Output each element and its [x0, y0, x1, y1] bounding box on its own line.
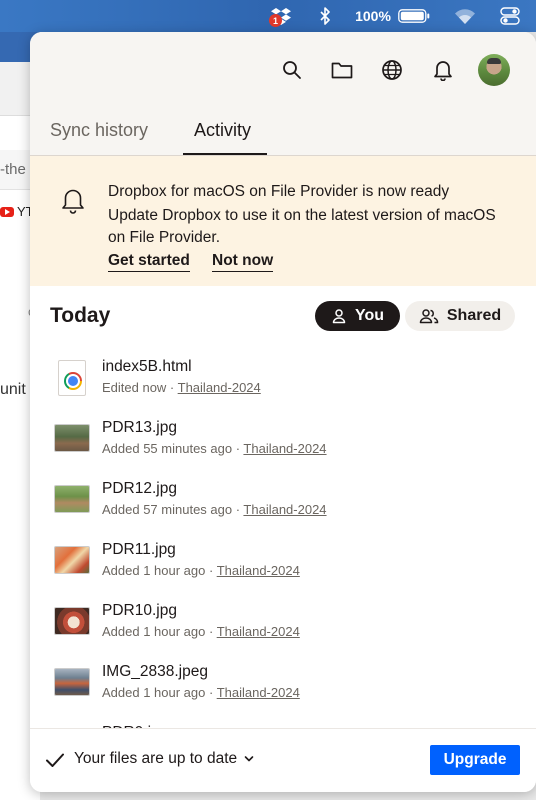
youtube-icon [0, 206, 14, 217]
folder-link[interactable]: Thailand-2024 [243, 441, 326, 456]
checkmark-icon [44, 749, 66, 771]
chrome-icon [64, 372, 82, 390]
file-name: PDR10.jpg [102, 602, 177, 619]
not-now-link[interactable]: Not now [212, 252, 274, 272]
folder-link[interactable]: Thailand-2024 [178, 380, 261, 395]
chevron-down-icon [244, 756, 254, 762]
banner-body: Update Dropbox to use it on the latest v… [108, 207, 496, 246]
get-started-link[interactable]: Get started [108, 252, 190, 272]
file-meta: Added 57 minutes ago · Thailand-2024 [102, 502, 327, 517]
file-meta: Added 1 hour ago · Thailand-2024 [102, 563, 300, 578]
youtube-bookmark[interactable]: YT [0, 204, 34, 219]
list-item[interactable]: IMG_2838.jpeg Added 1 hour ago · Thailan… [30, 655, 536, 716]
update-banner: Dropbox for macOS on File Provider is no… [30, 156, 536, 286]
file-meta: Added 1 hour ago · Thailand-2024 [102, 685, 300, 700]
list-item[interactable]: PDR11.jpg Added 1 hour ago · Thailand-20… [30, 533, 536, 594]
photo-thumbnail [54, 668, 90, 696]
file-meta: Added 1 hour ago · Thailand-2024 [102, 624, 300, 639]
photo-thumbnail [54, 546, 90, 574]
file-name: index5B.html [102, 358, 192, 375]
macos-menu-bar: 1 100% [0, 0, 536, 32]
filter-shared-button[interactable]: Shared [405, 301, 515, 331]
folder-icon[interactable] [328, 56, 356, 84]
section-title: Today [50, 304, 111, 327]
file-meta: Edited now · Thailand-2024 [102, 380, 261, 395]
avatar[interactable] [478, 54, 510, 86]
wifi-icon[interactable] [452, 0, 478, 32]
list-item[interactable]: index5B.html Edited now · Thailand-2024 [30, 350, 536, 411]
file-meta: Added 55 minutes ago · Thailand-2024 [102, 441, 327, 456]
notification-badge: 1 [269, 14, 282, 27]
control-center-icon[interactable] [497, 0, 523, 32]
file-name: PDR11.jpg [102, 541, 176, 558]
filter-you-button[interactable]: You [315, 301, 400, 331]
folder-link[interactable]: Thailand-2024 [217, 563, 300, 578]
sync-status-text: Your files are up to date [74, 750, 238, 767]
search-icon[interactable] [278, 56, 306, 84]
folder-link[interactable]: Thailand-2024 [217, 685, 300, 700]
background-text: unit [0, 381, 26, 398]
person-icon [332, 309, 346, 324]
background-text: -the [0, 161, 26, 178]
people-icon [419, 309, 439, 324]
file-name: PDR13.jpg [102, 419, 177, 436]
battery-icon[interactable] [397, 0, 431, 32]
folder-link[interactable]: Thailand-2024 [243, 502, 326, 517]
panel-header: Sync history Activity [30, 32, 536, 156]
list-item[interactable]: PDR13.jpg Added 55 minutes ago · Thailan… [30, 411, 536, 472]
html-file-icon [58, 360, 86, 396]
sync-status-dropdown[interactable]: Your files are up to date [74, 750, 255, 768]
file-name: IMG_2838.jpeg [102, 663, 208, 680]
list-item[interactable]: PDR12.jpg Added 57 minutes ago · Thailan… [30, 472, 536, 533]
panel-footer: Your files are up to date Upgrade [30, 728, 536, 792]
file-name: PDR12.jpg [102, 480, 177, 497]
tab-activity[interactable]: Activity [194, 104, 251, 156]
photo-thumbnail [54, 607, 90, 635]
banner-title: Dropbox for macOS on File Provider is no… [108, 183, 450, 200]
dropbox-panel: Sync history Activity Dropbox for macOS … [30, 32, 536, 792]
bell-icon[interactable] [429, 56, 457, 84]
tab-sync-history[interactable]: Sync history [50, 104, 148, 156]
bluetooth-icon[interactable] [312, 0, 338, 32]
list-item[interactable]: PDR10.jpg Added 1 hour ago · Thailand-20… [30, 594, 536, 655]
upgrade-button[interactable]: Upgrade [430, 745, 520, 775]
battery-percentage: 100% [355, 8, 391, 24]
globe-icon[interactable] [378, 56, 406, 84]
bell-icon [60, 186, 88, 214]
panel-tabs: Sync history Activity [30, 104, 536, 156]
photo-thumbnail [54, 485, 90, 513]
photo-thumbnail [54, 424, 90, 452]
folder-link[interactable]: Thailand-2024 [217, 624, 300, 639]
